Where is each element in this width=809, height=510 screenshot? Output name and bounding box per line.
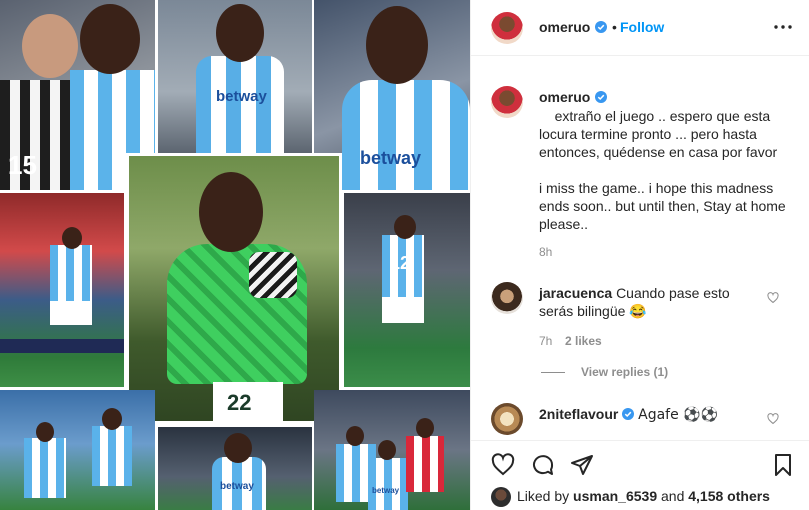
verified-badge-icon (595, 21, 607, 33)
jersey-number-22: 22 (227, 390, 252, 415)
caption-text: extraño el juego .. espero que esta locu… (539, 108, 786, 232)
photo-kiss: betway (158, 0, 312, 153)
replies-divider (541, 372, 565, 374)
sponsor-text-3: betway (220, 481, 254, 492)
more-options-icon[interactable] (772, 16, 794, 38)
header-separator: • (612, 19, 617, 35)
jersey-number-15: 15 (8, 150, 37, 180)
heart-icon[interactable] (491, 453, 515, 477)
comment-bubble-icon[interactable] (531, 453, 555, 477)
sponsor-text-1: betway (216, 88, 267, 105)
liked-by-suffix: and (661, 488, 685, 504)
post-time[interactable]: 8h (539, 245, 552, 259)
liker-avatar[interactable] (491, 487, 511, 507)
photo-bottom-middle: betway (158, 427, 312, 510)
comment-text: Agafe ⚽⚽ (638, 407, 719, 423)
caption-author-avatar[interactable] (491, 86, 523, 118)
author-avatar[interactable] (491, 12, 523, 44)
post-header: omeruo • Follow (471, 0, 809, 56)
comment-body: 2niteflavour Agafe ⚽⚽ (539, 405, 769, 424)
jersey-number-12: 12 (390, 253, 411, 273)
comment-username[interactable]: jaracuenca (539, 285, 612, 301)
post-actions-bar: Liked by usman_6539 and 4,158 others (471, 440, 809, 510)
bookmark-icon[interactable] (771, 453, 795, 477)
comment-likes[interactable]: 2 likes (565, 334, 602, 348)
verified-badge-icon (622, 408, 635, 420)
liked-by-user[interactable]: usman_6539 (573, 488, 657, 504)
comment-body: jaracuenca Cuando pase esto serás biling… (539, 284, 759, 320)
comment-like-heart-icon[interactable] (767, 413, 779, 425)
sponsor-text-2: betway (360, 148, 422, 168)
photo-running-left (0, 193, 124, 387)
comment-time: 7h (539, 334, 553, 348)
photo-nigeria-celebration: 22 (126, 153, 342, 424)
liked-by-summary: Liked by usman_6539 and 4,158 others (517, 488, 770, 504)
author-username[interactable]: omeruo (539, 19, 590, 35)
post-side-panel: omeruo • Follow omeruo extraño el juego … (470, 0, 809, 510)
view-replies-label: View replies (1) (581, 365, 669, 379)
sponsor-text-4: betway (372, 486, 400, 495)
paper-plane-icon[interactable] (570, 453, 594, 477)
comment-like-heart-icon[interactable] (767, 292, 779, 304)
commenter-avatar[interactable] (491, 282, 523, 314)
photo-player-12: 12 (344, 193, 470, 387)
liked-by-prefix: Liked by (517, 488, 570, 504)
view-replies-button[interactable]: View replies (1) (541, 365, 668, 379)
comment-username[interactable]: 2niteflavour (539, 406, 618, 422)
photo-bottom-left (0, 390, 155, 510)
post-image-collage[interactable]: 15 betway betway 22 12 betway betway (0, 0, 470, 510)
photo-bottom-right: betway (314, 390, 470, 510)
post-caption: extraño el juego .. espero que esta locu… (539, 89, 794, 251)
follow-button[interactable]: Follow (620, 19, 664, 35)
commenter-avatar[interactable] (491, 403, 523, 435)
liked-by-others[interactable]: 4,158 others (688, 488, 770, 504)
